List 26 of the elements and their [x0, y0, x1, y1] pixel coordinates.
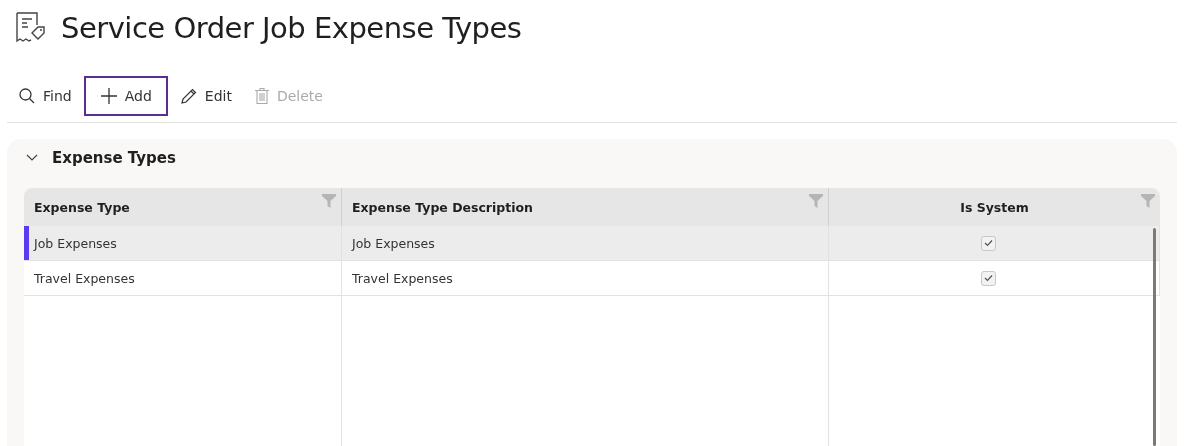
table-row[interactable]: Job Expenses Job Expenses [24, 226, 1160, 261]
plus-icon [99, 87, 118, 105]
section-title: Expense Types [52, 149, 176, 167]
add-button[interactable]: Add [83, 76, 168, 116]
checkmark-icon [983, 274, 993, 282]
checkbox[interactable] [980, 235, 996, 251]
find-button[interactable]: Find [8, 76, 82, 116]
table-row[interactable]: Travel Expenses Travel Expenses [24, 261, 1160, 296]
checkmark-icon [983, 239, 993, 247]
chevron-icon[interactable] [26, 154, 38, 162]
edit-button[interactable]: Edit [169, 76, 242, 116]
filter-icon[interactable] [1141, 194, 1155, 208]
table-cell: Travel Expenses [342, 261, 829, 295]
table-cell: Job Expenses [342, 226, 829, 260]
filter-icon[interactable] [322, 194, 336, 208]
receipt-tag-icon [15, 11, 47, 45]
scrollbar[interactable] [1153, 228, 1156, 446]
column-header[interactable]: Is System [829, 188, 1160, 226]
pencil-icon [179, 87, 198, 105]
page-title: Service Order Job Expense Types [61, 11, 522, 45]
filter-icon[interactable] [809, 194, 823, 208]
trash-icon [253, 87, 270, 105]
table-cell: Job Expenses [24, 226, 342, 260]
checkbox[interactable] [980, 270, 996, 286]
search-icon [18, 87, 36, 105]
table-cell: Travel Expenses [24, 261, 342, 295]
